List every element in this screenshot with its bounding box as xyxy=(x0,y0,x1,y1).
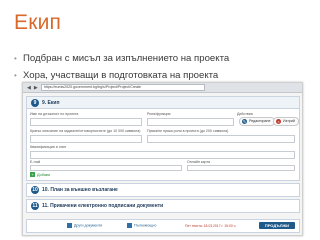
section-documents-title: 11. Прикачени електронно подписани докум… xyxy=(42,203,164,209)
document-icon xyxy=(67,223,72,228)
delete-button[interactable]: × Изтрий xyxy=(273,117,299,126)
section-number-badge: 9 xyxy=(31,98,39,107)
section-team-title: 9. Екип xyxy=(42,99,60,106)
section-outsourcing-header[interactable]: 10 10. План за външно възлагане xyxy=(26,183,300,197)
edit-button[interactable]: ✎ Редактиране xyxy=(239,117,275,126)
bullet-text: Хора, участващи в подготовката на проект… xyxy=(23,70,219,81)
section-number-badge: 11 xyxy=(31,202,39,210)
section-number-badge: 10 xyxy=(31,186,39,194)
plus-icon: + xyxy=(30,172,35,177)
field-label-map: Онлайн карта xyxy=(187,160,211,164)
tasks-input[interactable] xyxy=(30,135,142,143)
qualification-input[interactable] xyxy=(30,151,295,159)
close-icon: × xyxy=(276,119,281,124)
slide-title: Екип xyxy=(14,11,62,34)
continue-button[interactable]: ПРОДЪЛЖИ xyxy=(258,222,295,229)
section-documents-header[interactable]: 11 11. Прикачени електронно подписани до… xyxy=(26,199,300,213)
field-label-email: E-mail xyxy=(30,160,41,164)
section-team-header[interactable]: 9 9. Екип xyxy=(27,97,299,109)
role-input[interactable] xyxy=(147,118,234,126)
section-outsourcing-title: 10. План за външно възлагане xyxy=(42,187,118,193)
section-team-panel: 9 9. Екип Име на длъжност по проекта Рол… xyxy=(26,96,300,181)
bullet-icon: • xyxy=(14,54,17,63)
power-of-attorney-link[interactable]: Пълномощно xyxy=(127,223,156,228)
back-arrow-icon[interactable]: ◀ xyxy=(27,85,31,91)
bullet-item: • Подбран с мисъл за изпълнението на прое… xyxy=(14,50,314,67)
field-label-actions: Действия xyxy=(237,112,253,116)
other-documents-link[interactable]: Други документи xyxy=(67,223,102,228)
field-label-role: Роля/функция xyxy=(147,112,171,116)
field-label-tasks: Кратко описание на задачите/отговорности… xyxy=(30,129,141,133)
deadline-note: Пет текста: 18.03.2017 г. 15:00 ч. xyxy=(185,224,237,228)
field-label-qualification: Квалификация и опит xyxy=(30,145,67,149)
field-label-direct-role: Пряка/не пряка роля в проекта (до 200 си… xyxy=(147,129,229,133)
documents-action-row: Други документи Пълномощно Пет текста: 1… xyxy=(26,219,300,233)
pencil-icon: ✎ xyxy=(242,119,247,124)
email-input[interactable] xyxy=(30,165,182,171)
field-label-position: Име на длъжност по проекта xyxy=(30,112,79,116)
document-icon xyxy=(127,223,132,228)
embedded-screenshot: ◀ ▶ https://eumis2020.government.bg/bg/s… xyxy=(22,82,303,236)
bullet-list: • Подбран с мисъл за изпълнението на прое… xyxy=(14,50,314,84)
map-input[interactable] xyxy=(187,165,295,171)
browser-address-bar: ◀ ▶ https://eumis2020.government.bg/bg/s… xyxy=(23,83,302,93)
position-name-input[interactable] xyxy=(30,118,142,126)
direct-role-input[interactable] xyxy=(147,135,295,143)
add-link[interactable]: + Добави xyxy=(30,172,50,177)
bullet-text: Подбран с мисъл за изпълнението на проек… xyxy=(23,53,230,64)
forward-arrow-icon[interactable]: ▶ xyxy=(34,85,38,91)
url-field[interactable]: https://eumis2020.government.bg/bg/s/Pro… xyxy=(40,84,205,91)
